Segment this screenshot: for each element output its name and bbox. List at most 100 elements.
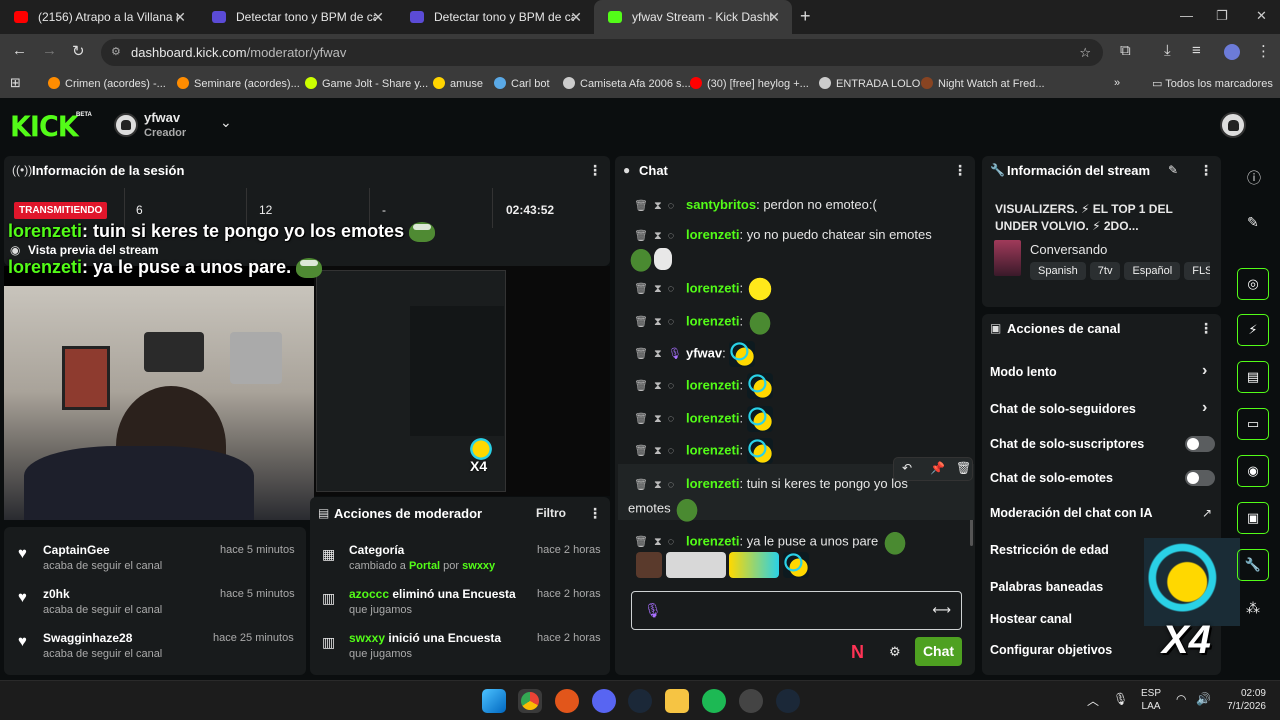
edit-icon[interactable]: ✎ [1168, 163, 1178, 177]
bookmark-item[interactable]: amuse [433, 77, 483, 90]
browser-tab-1[interactable]: (2156) Atrapo a la Villana (Instr ✕ [0, 0, 198, 34]
kick-logo[interactable]: KICK [10, 111, 79, 144]
more-options-icon[interactable]: ⋮ [588, 505, 602, 522]
chat-username[interactable]: lorenzeti [686, 280, 739, 295]
mod-tools-icons[interactable]: 🗑⧗◌ [628, 315, 686, 329]
obs-icon[interactable] [739, 689, 763, 713]
bookmark-item[interactable]: Night Watch at Fred... [921, 77, 1045, 90]
mod-tools-icons[interactable]: 🗑⧗🎙 [628, 347, 686, 361]
followers-only-item[interactable]: Chat de solo-seguidores [990, 402, 1136, 416]
pencil-icon[interactable]: ✎ [1247, 214, 1259, 231]
chevron-right-icon[interactable]: › [1202, 399, 1207, 417]
age-restriction-item[interactable]: Restricción de edad [990, 543, 1109, 557]
close-icon[interactable]: ✕ [570, 9, 582, 26]
menu-icon[interactable]: ⋮ [1256, 42, 1271, 60]
more-options-icon[interactable]: ⋮ [588, 162, 602, 179]
user-link[interactable]: azoccc [349, 587, 389, 601]
close-icon[interactable]: ✕ [174, 9, 186, 26]
user-avatar[interactable] [1220, 112, 1246, 138]
chat-username[interactable]: lorenzeti [686, 533, 739, 548]
document-rail-button[interactable]: ▤ [1237, 361, 1269, 393]
steam-icon[interactable] [628, 689, 652, 713]
chat-username[interactable]: santybritos [686, 197, 756, 212]
chevron-right-icon[interactable]: › [1202, 362, 1207, 380]
apps-icon[interactable]: ⊞ [10, 75, 21, 91]
volume-icon[interactable]: 🔊 [1196, 692, 1211, 706]
chat-username[interactable]: lorenzeti [686, 442, 739, 457]
star-icon[interactable]: ☆ [1079, 39, 1091, 66]
mod-tools-icons[interactable]: 🗑⧗◌ [628, 282, 686, 296]
category-name[interactable]: Conversando [1030, 242, 1107, 257]
discord-icon[interactable] [592, 689, 616, 713]
browser-tab-3[interactable]: Detectar tono y BPM de canción ✕ [396, 0, 594, 34]
settings-icon[interactable]: ⚙ [889, 644, 901, 660]
ai-moderation-item[interactable]: Moderación del chat con IA [990, 506, 1153, 520]
broadcast-rail-button[interactable]: ◉ [1237, 455, 1269, 487]
tag[interactable]: Español [1124, 262, 1181, 280]
profile-icon[interactable] [1224, 44, 1240, 60]
mod-tools-icons[interactable]: 🗑⧗◌ [628, 444, 686, 458]
info-icon[interactable]: ⓘ [1247, 168, 1261, 188]
tag[interactable]: 7tv [1089, 262, 1121, 280]
subscribers-only-toggle[interactable] [1185, 436, 1215, 452]
bookmark-item[interactable]: Carl bot [494, 77, 550, 90]
language-indicator[interactable]: ESP LAA [1141, 687, 1161, 713]
reload-icon[interactable]: ↻ [72, 42, 85, 60]
bookmark-item[interactable]: Camiseta Afa 2006 s... [563, 77, 691, 90]
restore-icon[interactable]: ❐ [1216, 8, 1228, 24]
apps-rail-icon[interactable]: ⁂ [1246, 600, 1260, 617]
chat-input[interactable]: 🎙 ⟷ [631, 591, 962, 630]
browser-tab-2[interactable]: Detectar tono y BPM de canción ✕ [198, 0, 396, 34]
lightning-rail-button[interactable]: ⚡ [1237, 314, 1269, 346]
microphone-icon[interactable]: 🎙 [1113, 692, 1128, 706]
wrench-rail-button[interactable]: 🔧 [1237, 549, 1269, 581]
mod-tools-icons[interactable]: 🗑⧗◌ [628, 478, 686, 492]
delete-icon[interactable]: 🗑 [956, 461, 971, 475]
wifi-icon[interactable]: ◠ [1176, 692, 1186, 706]
chat-username[interactable]: lorenzeti [686, 227, 739, 242]
bookmark-item[interactable]: Crimen (acordes) -... [48, 77, 166, 90]
mod-tools-icons[interactable]: 🗑⧗◌ [628, 535, 686, 549]
slow-mode-item[interactable]: Modo lento [990, 365, 1057, 379]
pin-icon[interactable]: 📌 [930, 461, 945, 475]
bookmark-item[interactable]: ENTRADA LOLO [819, 77, 920, 90]
external-link-icon[interactable]: ↗ [1202, 506, 1212, 520]
url-input[interactable]: ⚙ dashboard.kick.com/moderator/yfwav ☆ [101, 39, 1103, 66]
mod-tools-icons[interactable]: 🗑⧗◌ [628, 412, 686, 426]
chat-rail-button[interactable]: ▭ [1237, 408, 1269, 440]
filter-button[interactable]: Filtro [536, 506, 566, 520]
extensions-icon[interactable]: ⧉ [1120, 42, 1131, 59]
back-icon[interactable]: ← [12, 42, 27, 59]
mod-rail-button[interactable]: ▣ [1237, 502, 1269, 534]
chat-username[interactable]: lorenzeti [686, 313, 739, 328]
download-icon[interactable]: ⤓ [1164, 42, 1171, 59]
reply-icon[interactable]: ↶ [902, 461, 912, 475]
media-icon[interactable]: ≡ [1192, 42, 1201, 59]
clock[interactable]: 02:09 7/1/2026 [1216, 687, 1266, 713]
category-link[interactable]: Portal [409, 560, 440, 572]
send-chat-button[interactable]: Chat [915, 637, 962, 666]
channel-switch-chevron-icon[interactable]: ⌄ [220, 114, 232, 131]
tray-chevron-icon[interactable]: ︿ [1087, 692, 1099, 709]
file-explorer-icon[interactable] [665, 689, 689, 713]
user-link[interactable]: swxxy [349, 631, 385, 645]
bookmark-item[interactable]: (30) [free] heylog +... [690, 77, 809, 90]
bookmark-item[interactable]: Game Jolt - Share y... [305, 77, 428, 90]
bookmark-item[interactable]: Seminare (acordes)... [177, 77, 300, 90]
mod-tools-icons[interactable]: 🗑⧗◌ [628, 379, 686, 393]
tag[interactable]: FLS1 [1184, 262, 1210, 280]
steam-icon[interactable] [776, 689, 800, 713]
close-icon[interactable]: ✕ [768, 9, 780, 26]
close-window-icon[interactable]: ✕ [1256, 8, 1267, 24]
more-options-icon[interactable]: ⋮ [953, 162, 967, 179]
minimize-icon[interactable]: — [1180, 8, 1193, 23]
close-icon[interactable]: ✕ [372, 9, 384, 26]
site-info-icon[interactable]: ⚙ [111, 39, 121, 66]
banned-words-item[interactable]: Palabras baneadas [990, 580, 1103, 594]
user-link[interactable]: swxxy [462, 560, 495, 572]
more-options-icon[interactable]: ⋮ [1199, 162, 1213, 179]
new-tab-button[interactable]: + [800, 0, 811, 34]
camera-rail-button[interactable]: ◎ [1237, 268, 1269, 300]
chat-username[interactable]: lorenzeti [686, 377, 739, 392]
windows-start-icon[interactable] [482, 689, 506, 713]
